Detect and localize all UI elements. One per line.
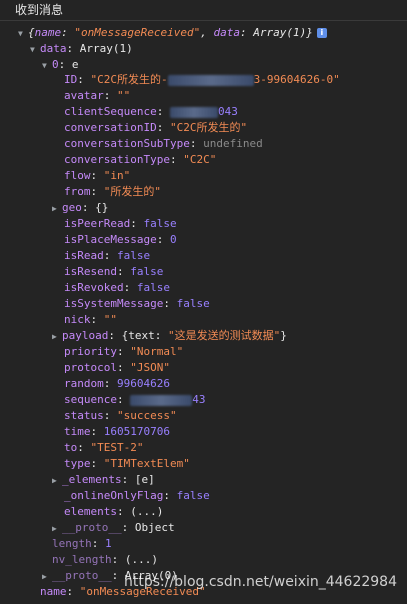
field-priority: priority: "Normal" <box>64 345 184 358</box>
header-title: 收到消息 <box>15 3 64 17</box>
item-0-row[interactable]: ▼ 0: e <box>42 57 407 73</box>
field-status: status: "success" <box>64 409 177 422</box>
collapse-triangle-icon[interactable]: ▶ <box>42 569 52 585</box>
info-icon[interactable]: i <box>316 28 327 38</box>
field-elements[interactable]: elements: (...) <box>64 504 407 520</box>
collapse-triangle-icon[interactable]: ▶ <box>52 201 62 217</box>
redacted-region <box>169 106 218 118</box>
expand-triangle-icon[interactable]: ▼ <box>30 42 40 58</box>
field-type: type: "TIMTextElem" <box>64 457 190 470</box>
root-object-row[interactable]: ▼ {name: "onMessageReceived", data: Array… <box>18 25 407 41</box>
field-isPlaceMessage: isPlaceMessage: 0 <box>64 233 177 246</box>
field-isRevoked: isRevoked: false <box>64 281 170 294</box>
field-length: length: 1 <box>52 537 112 550</box>
field-isPeerRead: isPeerRead: false <box>64 217 177 230</box>
field-_elements[interactable]: ▶ _elements: [e] <box>52 472 407 488</box>
collapse-triangle-icon[interactable]: ▶ <box>52 473 62 489</box>
collapse-triangle-icon[interactable]: ▶ <box>52 329 62 345</box>
field-random: random: 99604626 <box>64 377 170 390</box>
field-clientSequence: clientSequence: 043 <box>64 105 238 118</box>
field-sequence: sequence: 43 <box>64 393 206 406</box>
field-payload[interactable]: ▶ payload: {text: "这是发送的测试数据"} <box>52 328 407 344</box>
field-proto-object[interactable]: ▶ __proto__: Object <box>52 520 407 536</box>
field-isResend: isResend: false <box>64 265 164 278</box>
watermark: https://blog.csdn.net/weixin_44622984 <box>123 574 397 590</box>
field-conversationID: conversationID: "C2C所发生的" <box>64 121 248 134</box>
expand-triangle-icon[interactable]: ▼ <box>18 26 28 42</box>
data-row[interactable]: ▼ data: Array(1) <box>30 41 407 57</box>
field-conversationSubType: conversationSubType: undefined <box>64 137 263 150</box>
expand-triangle-icon[interactable]: ▼ <box>42 58 52 74</box>
console-group-header: 收到消息 <box>0 0 407 21</box>
field-flow: flow: "in" <box>64 169 131 182</box>
field-time: time: 1605170706 <box>64 425 170 438</box>
field-isSystemMessage: isSystemMessage: false <box>64 297 210 310</box>
field-isRead: isRead: false <box>64 249 151 262</box>
field-_onlineOnlyFlag: _onlineOnlyFlag: false <box>64 489 210 502</box>
field-from: from: "所发生的" <box>64 185 161 198</box>
field-ID: ID: "C2C所发生的- 3-99604626-0" <box>64 73 340 86</box>
field-nv_length[interactable]: nv_length: (...) <box>52 552 407 568</box>
field-geo[interactable]: ▶ geo: {} <box>52 200 407 216</box>
field-avatar: avatar: "" <box>64 89 131 102</box>
field-to: to: "TEST-2" <box>64 441 144 454</box>
redacted-region <box>167 74 254 86</box>
redacted-region <box>130 394 193 406</box>
collapse-triangle-icon[interactable]: ▶ <box>52 521 62 537</box>
field-protocol: protocol: "JSON" <box>64 361 170 374</box>
field-conversationType: conversationType: "C2C" <box>64 153 217 166</box>
field-nick: nick: "" <box>64 313 117 326</box>
